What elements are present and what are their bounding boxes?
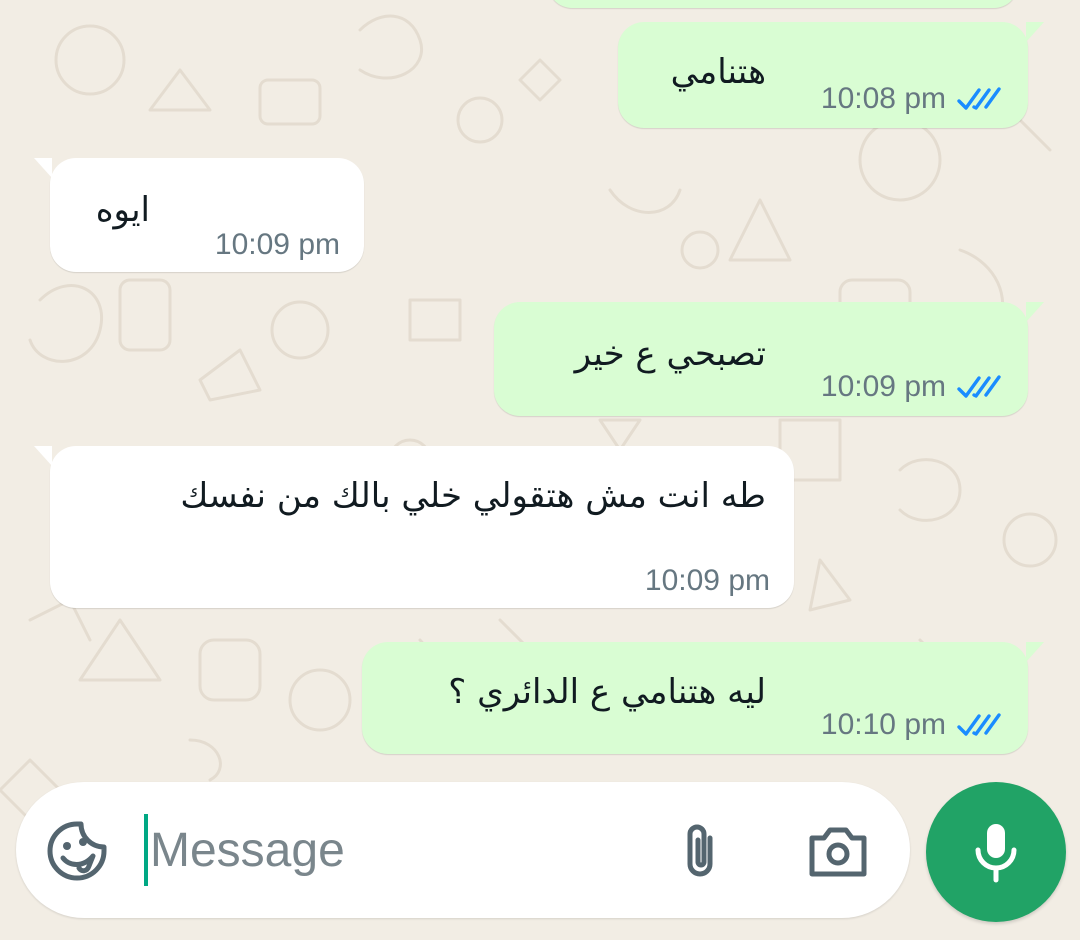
message-meta: 10:09 pm [215, 228, 340, 262]
camera-icon[interactable] [806, 824, 870, 878]
message-timestamp: 10:09 pm [214, 228, 340, 261]
message-bubble-partial [548, 0, 1018, 8]
microphone-button[interactable] [926, 782, 1066, 922]
message-meta: 10:10 pm [821, 708, 1002, 742]
message-timestamp: 10:08 pm [820, 82, 946, 115]
chat-screen: هتنامي 10:08 pm ايوه 10:09 pm تصبحي ع خي… [0, 0, 1080, 940]
message-text: هتنامي [670, 52, 766, 92]
message-timestamp: 10:10 pm [820, 708, 946, 741]
message-text: ليه هتنامي ع الدائري ؟ [448, 672, 766, 712]
message-bubble-incoming[interactable]: طه انت مش هتقولي خلي بالك من نفسك 10:09 … [34, 446, 794, 608]
message-bubble-outgoing[interactable]: هتنامي 10:08 pm [618, 22, 1044, 128]
message-bubble-incoming[interactable]: ايوه 10:09 pm [34, 158, 364, 272]
message-bubble-outgoing[interactable]: تصبحي ع خير 10:09 pm [494, 302, 1044, 416]
microphone-icon [975, 824, 1017, 883]
message-bubble-outgoing[interactable]: ليه هتنامي ع الدائري ؟ 10:10 pm [362, 642, 1044, 754]
sticker-emoji-icon[interactable] [46, 820, 108, 882]
message-meta: 10:09 pm [645, 564, 770, 598]
message-meta: 10:08 pm [821, 82, 1002, 116]
message-timestamp: 10:09 pm [820, 370, 946, 403]
message-text: ايوه [95, 190, 150, 230]
double-check-read-icon [957, 375, 1001, 398]
double-check-read-icon [957, 713, 1001, 736]
paperclip-icon[interactable] [674, 820, 726, 882]
message-composer [16, 782, 910, 918]
message-timestamp: 10:09 pm [644, 564, 770, 597]
text-cursor [144, 814, 148, 886]
message-text: طه انت مش هتقولي خلي بالك من نفسك [180, 476, 766, 516]
double-check-read-icon [957, 87, 1001, 110]
message-meta: 10:09 pm [821, 370, 1002, 404]
message-text: تصبحي ع خير [574, 334, 766, 374]
message-input[interactable] [150, 808, 650, 892]
